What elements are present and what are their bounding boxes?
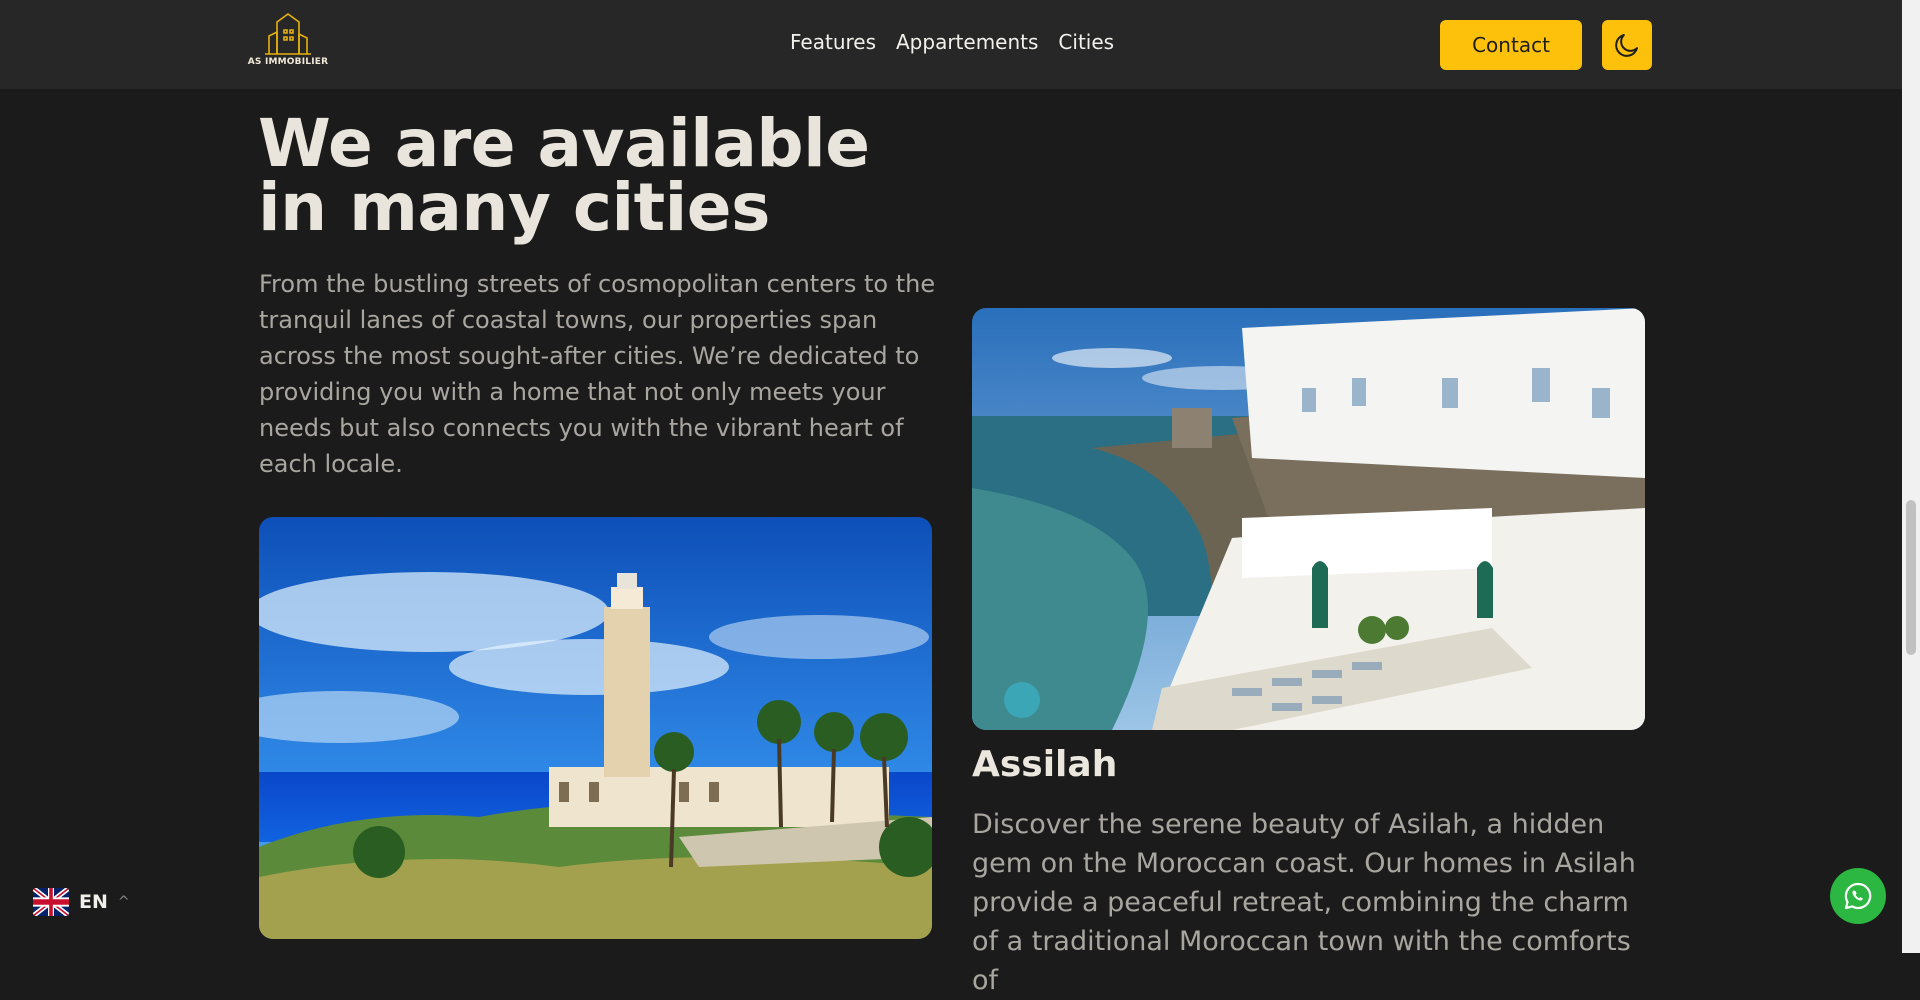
assilah-photo [972, 308, 1645, 730]
nav-link-cities[interactable]: Cities [1058, 30, 1114, 54]
whatsapp-button[interactable] [1830, 868, 1886, 924]
city-description: Discover the serene beauty of Asilah, a … [972, 809, 1636, 996]
moon-icon [1615, 34, 1638, 57]
lighthouse-photo [259, 517, 932, 939]
nav-link-features[interactable]: Features [790, 30, 876, 54]
whatsapp-icon [1844, 882, 1872, 910]
chevron-up-icon: ^ [117, 894, 130, 910]
navbar: AS IMMOBILIER Features Appartements Citi… [0, 0, 1902, 89]
scrollbar-thumb[interactable] [1906, 500, 1916, 655]
page-scrollbar[interactable] [1902, 0, 1920, 953]
logo[interactable]: AS IMMOBILIER [248, 12, 328, 72]
section-heading: We are available in many cities [258, 105, 870, 246]
city-image-assilah[interactable] [972, 308, 1645, 730]
contact-button[interactable]: Contact [1440, 20, 1582, 70]
language-selector[interactable]: EN ^ [33, 888, 130, 916]
city-title: Assilah [972, 744, 1118, 785]
city-image-lighthouse[interactable] [259, 517, 932, 939]
building-logo-icon [265, 13, 311, 55]
nav-links: Features Appartements Cities [790, 30, 1114, 54]
language-code: EN [79, 891, 108, 913]
theme-toggle-button[interactable] [1602, 20, 1652, 70]
nav-link-appartements[interactable]: Appartements [896, 30, 1038, 54]
logo-text: AS IMMOBILIER [247, 57, 329, 67]
uk-flag-icon [33, 888, 69, 916]
section-intro: From the bustling streets of cosmopolita… [259, 270, 936, 478]
